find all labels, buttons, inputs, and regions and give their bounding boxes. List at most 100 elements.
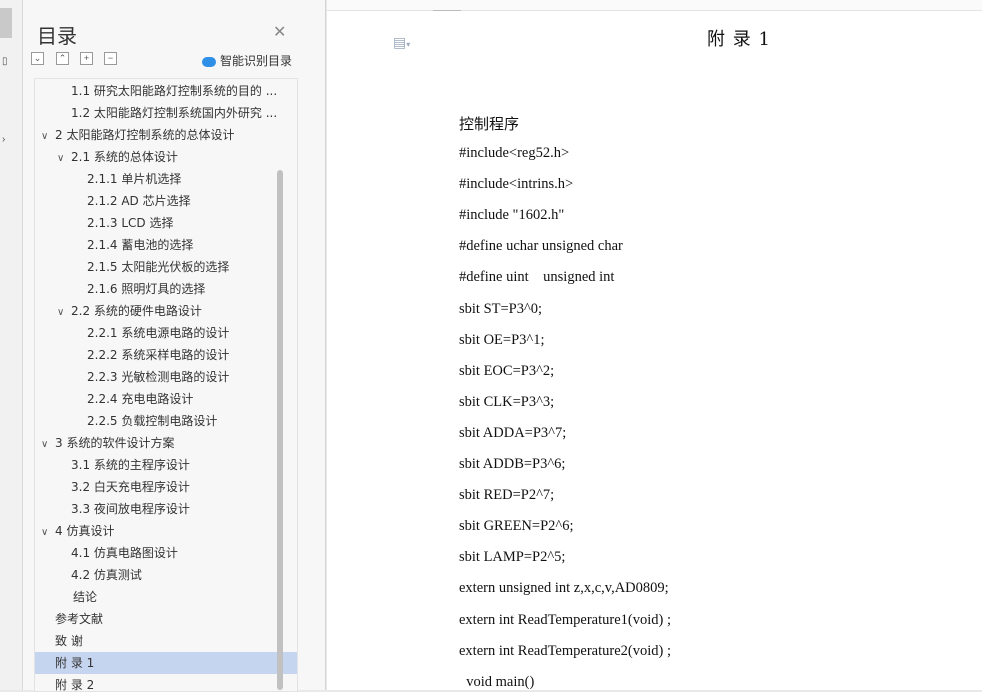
toc-item-label: 2.2.1 系统电源电路的设计 — [87, 326, 230, 340]
toc-item[interactable]: 4.1 仿真电路图设计 — [35, 542, 297, 564]
add-level-icon[interactable]: + — [80, 52, 93, 65]
toc-item[interactable]: ∨ 2.1 系统的总体设计 — [35, 146, 297, 168]
appendix-title: 附 录 1 — [707, 29, 771, 50]
toc-item-label: 致 谢 — [55, 634, 83, 648]
expand-up-icon[interactable]: ⌃ — [56, 52, 69, 65]
code-line: sbit LAMP=P2^5; — [459, 549, 566, 566]
code-line: sbit ADDB=P3^6; — [459, 456, 566, 472]
toc-item-label: 2.2.5 负载控制电路设计 — [87, 414, 218, 428]
toc-item-label: 3.2 白天充电程序设计 — [71, 480, 190, 494]
toc-item[interactable]: 4.2 仿真测试 — [35, 564, 297, 586]
toc-item[interactable]: 2.1.2 AD 芯片选择 — [35, 190, 297, 212]
left-side-strip: ▯ › — [0, 0, 23, 690]
toc-item-label: 4 仿真设计 — [55, 524, 115, 538]
toc-title: 目录 — [37, 24, 77, 48]
toc-item[interactable]: 3.3 夜间放电程序设计 — [35, 498, 297, 520]
toc-item[interactable]: 2.2.1 系统电源电路的设计 — [35, 322, 297, 344]
toc-list[interactable]: 1.1 研究太阳能路灯控制系统的目的 ... 1.2 太阳能路灯控制系统国内外研究… — [34, 78, 298, 692]
toc-item[interactable]: ∨ 2 太阳能路灯控制系统的总体设计 — [35, 124, 285, 146]
remove-level-icon[interactable]: − — [104, 52, 117, 65]
toc-item[interactable]: 2.1.1 单片机选择 — [35, 168, 297, 190]
page-corner-mark — [433, 10, 461, 19]
toc-item-label: 2.1.6 照明灯具的选择 — [87, 282, 206, 296]
document-page[interactable]: ▤▾ 附 录 1 控制程序 #include<reg52.h> #include<i… — [327, 0, 982, 690]
code-line: sbit GREEN=P2^6; — [459, 518, 574, 535]
toc-item[interactable]: 3.1 系统的主程序设计 — [35, 454, 297, 476]
toc-item[interactable]: 2.2.3 光敏检测电路的设计 — [35, 366, 297, 388]
chevron-down-icon[interactable]: ∨ — [41, 126, 55, 146]
smart-recognize-label: 智能识别目录 — [220, 54, 293, 68]
toc-item-label: 2.2.3 光敏检测电路的设计 — [87, 370, 230, 384]
chevron-down-icon[interactable]: ∨ — [41, 522, 55, 542]
toc-item-label: 1.2 太阳能路灯控制系统国内外研究 ... — [71, 106, 278, 120]
toc-item[interactable]: 2.1.4 蓄电池的选择 — [35, 234, 297, 256]
code-line: #include<reg52.h> — [459, 145, 570, 161]
toc-panel: 目录 ✕ ⌄ ⌃ + − 智能识别目录 1.1 研究太阳能路灯控制系统的目的 .… — [23, 0, 326, 692]
cloud-icon — [202, 56, 216, 67]
toc-item-label: 2.1 系统的总体设计 — [71, 150, 178, 164]
document-top-ruler — [327, 0, 982, 11]
toc-item-label: 2.2.2 系统采样电路的设计 — [87, 348, 230, 362]
toc-item[interactable]: 2.1.6 照明灯具的选择 — [35, 278, 297, 300]
code-line: sbit CLK=P3^3; — [459, 393, 555, 410]
toc-item[interactable]: ∨ 4 仿真设计 — [35, 520, 285, 542]
code-line: extern unsigned int z,x,c,v,AD0809; — [459, 580, 669, 597]
code-line: sbit OE=P3^1; — [459, 331, 545, 348]
toc-item-label: 附 录 1 — [55, 656, 95, 670]
toc-item[interactable]: 2.2.2 系统采样电路的设计 — [35, 344, 297, 366]
toc-item[interactable]: 3.2 白天充电程序设计 — [35, 476, 297, 498]
code-line: sbit RED=P2^7; — [459, 487, 555, 504]
nav-tab-active[interactable] — [0, 8, 12, 38]
toc-item-label: 2.1.2 AD 芯片选择 — [87, 194, 191, 208]
toc-item[interactable]: 参考文献 — [35, 608, 297, 630]
code-line: sbit ST=P3^0; — [459, 300, 543, 317]
code-line: #define uint unsigned int — [459, 269, 615, 286]
chevron-down-icon[interactable]: ∨ — [57, 302, 71, 322]
code-line: extern int ReadTemperature1(void) ; — [459, 611, 671, 628]
toc-item[interactable]: 2.2.5 负载控制电路设计 — [35, 410, 297, 432]
code-line: #define uchar unsigned char — [459, 238, 623, 255]
code-line: sbit ADDA=P3^7; — [459, 424, 567, 441]
toc-item-label: 2.1.4 蓄电池的选择 — [87, 238, 194, 252]
toc-item-label: 2.1.3 LCD 选择 — [87, 216, 174, 230]
code-line: extern int ReadTemperature2(void) ; — [459, 642, 671, 659]
toc-item-label: 4.2 仿真测试 — [71, 568, 142, 582]
toc-item-label: 1.1 研究太阳能路灯控制系统的目的 ... — [71, 84, 278, 98]
toc-item-label: 2.1.5 太阳能光伏板的选择 — [87, 260, 230, 274]
code-line: #include "1602.h" — [459, 207, 565, 224]
toc-item[interactable]: ∨ 2.2 系统的硬件电路设计 — [35, 300, 297, 322]
toc-item-label: 2.2 系统的硬件电路设计 — [71, 304, 202, 318]
toc-item[interactable]: 2.2.4 充电电路设计 — [35, 388, 297, 410]
toc-item[interactable]: 1.2 太阳能路灯控制系统国内外研究 ... — [35, 102, 297, 124]
toc-item-label: 参考文献 — [55, 612, 104, 626]
toc-item[interactable]: 致 谢 — [35, 630, 297, 652]
toc-item-label: 2 太阳能路灯控制系统的总体设计 — [55, 128, 235, 142]
toc-scrollbar[interactable] — [277, 170, 283, 690]
toc-item[interactable]: ∨ 3 系统的软件设计方案 — [35, 432, 285, 454]
chevron-down-icon[interactable]: ∨ — [57, 148, 71, 168]
close-icon[interactable]: ✕ — [273, 22, 286, 42]
toc-item-label: 3.3 夜间放电程序设计 — [71, 502, 190, 516]
chevron-down-icon[interactable]: ∨ — [41, 434, 55, 454]
toc-item-label: 3 系统的软件设计方案 — [55, 436, 175, 450]
toc-item-label: 结论 — [73, 590, 98, 604]
section-heading: 控制程序 — [459, 115, 520, 133]
nav-tab-icon[interactable]: ▯ — [2, 56, 10, 70]
toc-item[interactable]: 结论 — [35, 586, 297, 608]
toc-item[interactable]: 附 录 2 — [35, 674, 297, 691]
nav-chevron-icon[interactable]: › — [2, 134, 10, 148]
code-line: sbit EOC=P3^2; — [459, 362, 555, 379]
toc-item-label: 2.1.1 单片机选择 — [87, 172, 182, 186]
toc-item-label: 2.2.4 充电电路设计 — [87, 392, 194, 406]
toc-item[interactable]: 2.1.5 太阳能光伏板的选择 — [35, 256, 297, 278]
toc-item[interactable]: 2.1.3 LCD 选择 — [35, 212, 297, 234]
toc-item[interactable]: 1.1 研究太阳能路灯控制系统的目的 ... — [35, 80, 297, 102]
collapse-all-icon[interactable]: ⌄ — [31, 52, 44, 65]
toc-item[interactable]: 附 录 1 — [35, 652, 297, 674]
toc-item-label: 3.1 系统的主程序设计 — [71, 458, 190, 472]
code-line: void main() — [459, 673, 535, 690]
smart-recognize-button[interactable]: 智能识别目录 — [202, 52, 292, 69]
document-icon[interactable]: ▤▾ — [393, 34, 410, 51]
code-line: #include<intrins.h> — [459, 176, 574, 193]
toc-item-label: 4.1 仿真电路图设计 — [71, 546, 178, 560]
